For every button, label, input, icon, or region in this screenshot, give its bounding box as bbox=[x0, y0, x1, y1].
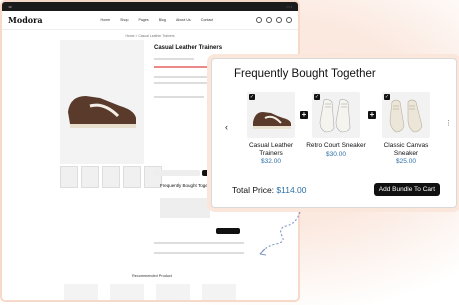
bg-product-title: Casual Leather Trainers bbox=[154, 45, 223, 51]
checkbox-icon[interactable]: ✓ bbox=[249, 94, 255, 100]
bg-recommended-title: Recommended Product bbox=[132, 274, 172, 278]
gallery-thumbnails bbox=[60, 166, 162, 188]
nav-contact: Contact bbox=[200, 18, 214, 22]
more-vertical-icon[interactable]: ⋮ bbox=[445, 119, 452, 127]
nav-pages: Pages bbox=[138, 18, 149, 22]
nav-shop: Shop bbox=[120, 18, 129, 22]
nav-home: Home bbox=[100, 18, 111, 22]
breadcrumb: Home > Casual Leather Trainers bbox=[125, 34, 175, 38]
checkbox-icon[interactable]: ✓ bbox=[314, 94, 320, 100]
product-image[interactable]: ✓ bbox=[247, 92, 295, 138]
product-name: Retro Court Sneaker bbox=[306, 142, 366, 149]
product-price: $32.00 bbox=[261, 158, 281, 165]
product-image[interactable]: ✓ bbox=[312, 92, 360, 138]
total-price: Total Price: $114.00 bbox=[232, 185, 307, 195]
total-value: $114.00 bbox=[276, 185, 307, 195]
bundle-product-1[interactable]: ✓ Casual Leather Trainers $32.00 bbox=[239, 92, 303, 165]
checkbox-icon[interactable]: ✓ bbox=[384, 94, 390, 100]
nav-blog: Blog bbox=[158, 18, 166, 22]
bundle-product-2[interactable]: ✓ Retro Court Sneaker $30.00 bbox=[304, 92, 368, 158]
product-image[interactable]: ✓ bbox=[382, 92, 430, 138]
product-name: Casual Leather Trainers bbox=[248, 142, 294, 157]
bg-fbt-title: Frequently Bought Together bbox=[160, 183, 216, 188]
total-label: Total Price: bbox=[232, 185, 275, 195]
site-logo: Modora bbox=[8, 15, 43, 25]
chevron-left-icon[interactable]: ‹ bbox=[225, 122, 228, 132]
product-gallery bbox=[60, 40, 144, 164]
frequently-bought-together-card: Frequently Bought Together ‹ ⋮ ✓ Casual … bbox=[211, 58, 457, 208]
product-name: Classic Canvas Sneaker bbox=[383, 142, 429, 157]
product-price: $30.00 bbox=[326, 150, 346, 158]
bundle-title: Frequently Bought Together bbox=[234, 68, 376, 80]
nav-icons bbox=[256, 17, 292, 23]
connector-arrow-icon bbox=[259, 211, 301, 256]
bundle-product-3[interactable]: ✓ Classic Canvas Sneaker $25.00 bbox=[374, 92, 438, 165]
site-navbar: Modora Home Shop Pages Blog About Us Con… bbox=[2, 11, 298, 30]
site-nav-links: Home Shop Pages Blog About Us Contact bbox=[101, 18, 214, 22]
nav-about: About Us bbox=[175, 18, 191, 22]
product-price: $25.00 bbox=[396, 158, 416, 165]
add-bundle-to-cart-button[interactable]: Add Bundle To Cart bbox=[373, 183, 440, 196]
top-strip: ☏ ◦ ◦ ◦ bbox=[2, 2, 298, 11]
